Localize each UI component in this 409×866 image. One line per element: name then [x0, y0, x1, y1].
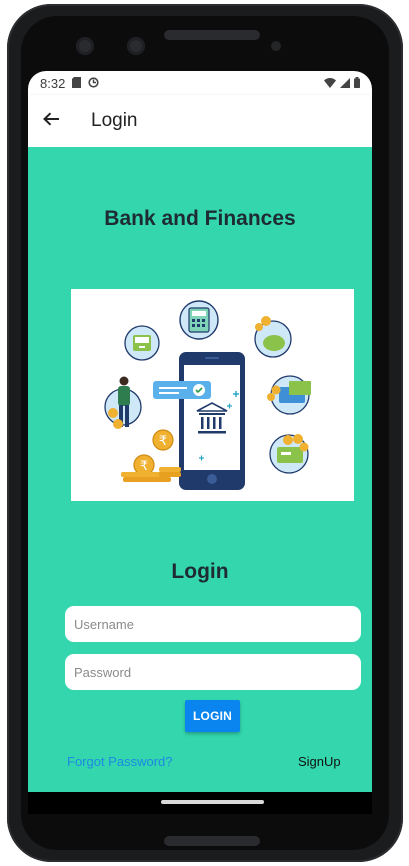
forgot-password-link[interactable]: Forgot Password? — [67, 754, 173, 769]
appbar-title: Login — [91, 110, 138, 131]
arrow-left-icon — [42, 111, 60, 132]
signal-icon — [340, 76, 350, 91]
status-time: 8:32 — [40, 75, 66, 91]
login-button[interactable]: LOGIN — [185, 700, 240, 732]
navigation-bar — [28, 792, 372, 814]
battery-icon — [354, 76, 360, 91]
screen: 8:32 Login Bank and Finances ₹ ₹ Login U… — [28, 71, 372, 814]
proximity-sensor — [271, 41, 281, 51]
form-title: Login — [171, 560, 229, 583]
mobile-banking-illustration: ₹ ₹ — [71, 289, 354, 501]
signup-link[interactable]: SignUp — [298, 754, 341, 769]
front-camera — [76, 37, 94, 55]
sync-icon — [88, 76, 99, 91]
svg-text:₹: ₹ — [140, 459, 148, 474]
svg-text:₹: ₹ — [159, 434, 167, 449]
username-input[interactable] — [65, 606, 361, 642]
app-title: Bank and Finances — [104, 207, 296, 230]
front-sensor — [127, 37, 145, 55]
back-button[interactable] — [28, 95, 74, 147]
wifi-icon — [324, 76, 336, 91]
home-gesture-bar[interactable] — [161, 800, 264, 804]
earpiece-speaker — [164, 30, 260, 40]
password-input[interactable] — [65, 654, 361, 690]
sd-card-icon — [72, 76, 82, 91]
status-bar: 8:32 — [28, 71, 372, 95]
app-bar: Login — [28, 95, 372, 147]
login-screen: Bank and Finances ₹ ₹ Login Username LOG… — [28, 147, 372, 792]
bottom-speaker — [164, 836, 260, 846]
